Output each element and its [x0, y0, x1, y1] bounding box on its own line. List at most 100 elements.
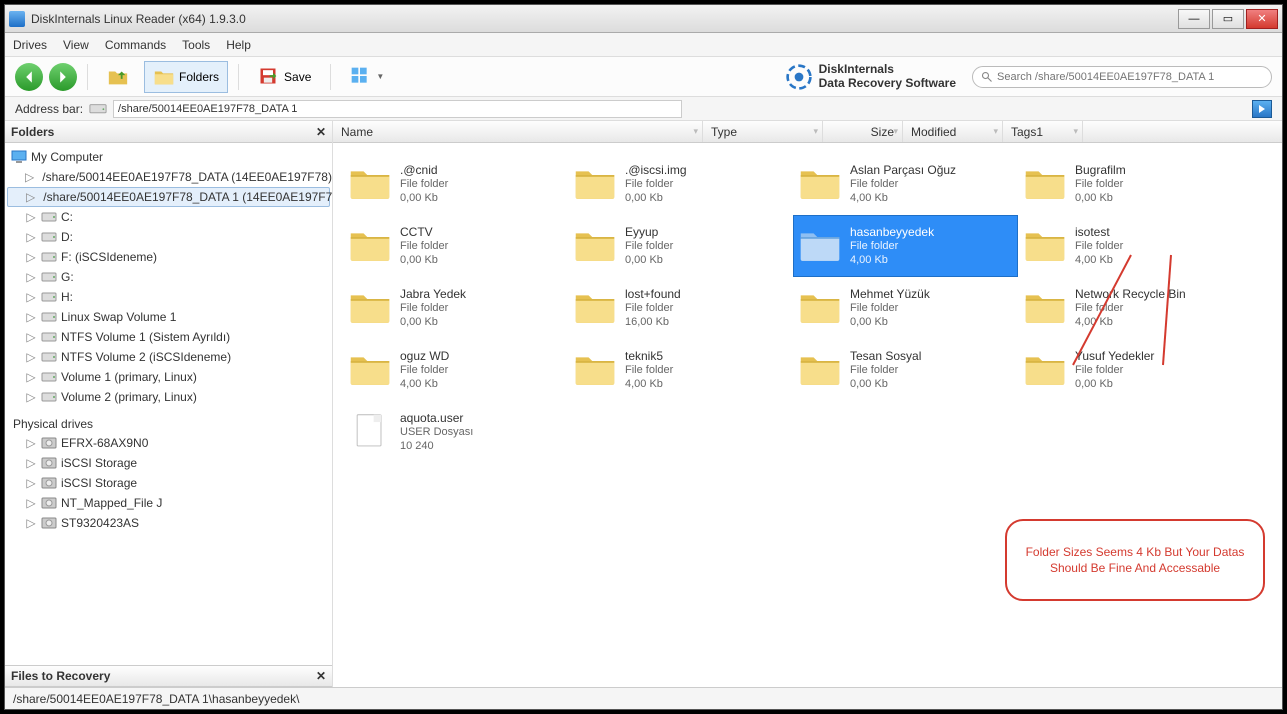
folder-item[interactable]: Jabra YedekFile folder0,00 Kb — [343, 277, 568, 339]
tree-item[interactable]: ▷NTFS Volume 2 (iSCSIdeneme) — [7, 347, 330, 367]
tree-physical-item[interactable]: ▷ST9320423AS — [7, 513, 330, 533]
tree-my-computer[interactable]: My Computer — [7, 147, 330, 167]
folder-item[interactable]: CCTVFile folder0,00 Kb — [343, 215, 568, 277]
menu-commands[interactable]: Commands — [105, 38, 166, 52]
expand-icon[interactable]: ▷ — [25, 170, 34, 184]
annotation-callout: Folder Sizes Seems 4 Kb But Your Datas S… — [1005, 519, 1265, 601]
tree-item[interactable]: ▷Volume 1 (primary, Linux) — [7, 367, 330, 387]
tree-physical-item[interactable]: ▷EFRX-68AX9N0 — [7, 433, 330, 453]
item-size: 0,00 Kb — [850, 316, 930, 330]
expand-icon[interactable]: ▷ — [25, 496, 37, 510]
folder-item[interactable]: EyyupFile folder0,00 Kb — [568, 215, 793, 277]
folder-item[interactable]: .@iscsi.imgFile folder0,00 Kb — [568, 153, 793, 215]
folder-item[interactable]: oguz WDFile folder4,00 Kb — [343, 339, 568, 401]
expand-icon[interactable]: ▷ — [25, 230, 37, 244]
minimize-button[interactable]: — — [1178, 9, 1210, 29]
toolbar: Folders Save ▼ DiskInternals Data Recove… — [5, 57, 1282, 97]
expand-icon[interactable]: ▷ — [25, 476, 37, 490]
folder-item[interactable]: Tesan SosyalFile folder0,00 Kb — [793, 339, 1018, 401]
up-button[interactable] — [98, 61, 138, 93]
tree-item[interactable]: ▷H: — [7, 287, 330, 307]
item-size: 16,00 Kb — [625, 316, 681, 330]
folders-button[interactable]: Folders — [144, 61, 228, 93]
go-button[interactable] — [1252, 100, 1272, 118]
item-name: .@iscsi.img — [625, 163, 687, 178]
tree-item[interactable]: ▷Volume 2 (primary, Linux) — [7, 387, 330, 407]
folder-item[interactable]: BugrafilmFile folder0,00 Kb — [1018, 153, 1243, 215]
expand-icon[interactable]: ▷ — [25, 370, 37, 384]
folder-item[interactable]: teknik5File folder4,00 Kb — [568, 339, 793, 401]
item-type: File folder — [850, 364, 921, 378]
nav-back-button[interactable] — [15, 63, 43, 91]
col-name[interactable]: Name▾ — [333, 121, 703, 142]
tree-item[interactable]: ▷F: (iSCSIdeneme) — [7, 247, 330, 267]
close-button[interactable]: ✕ — [1246, 9, 1278, 29]
save-label: Save — [284, 70, 311, 84]
folder-item[interactable]: isotestFile folder4,00 Kb — [1018, 215, 1243, 277]
item-type: File folder — [400, 240, 448, 254]
tree-item[interactable]: ▷/share/50014EE0AE197F78_DATA (14EE0AE19… — [7, 167, 330, 187]
expand-icon[interactable]: ▷ — [25, 210, 37, 224]
maximize-button[interactable]: ▭ — [1212, 9, 1244, 29]
expand-icon[interactable]: ▷ — [25, 436, 37, 450]
tree-item[interactable]: ▷C: — [7, 207, 330, 227]
expand-icon[interactable]: ▷ — [25, 516, 37, 530]
nav-forward-button[interactable] — [49, 63, 77, 91]
expand-icon[interactable]: ▷ — [25, 270, 37, 284]
brand: DiskInternals Data Recovery Software — [785, 63, 956, 91]
folder-item[interactable]: .@cnidFile folder0,00 Kb — [343, 153, 568, 215]
close-panel-icon[interactable]: ✕ — [316, 669, 326, 683]
menu-tools[interactable]: Tools — [182, 38, 210, 52]
col-tags[interactable]: Tags1▾ — [1003, 121, 1083, 142]
menu-view[interactable]: View — [63, 38, 89, 52]
folder-item[interactable]: hasanbeyyedekFile folder4,00 Kb — [793, 215, 1018, 277]
expand-icon[interactable]: ▷ — [25, 310, 37, 324]
file-item[interactable]: aquota.userUSER Dosyası10 240 — [343, 401, 568, 463]
menu-drives[interactable]: Drives — [13, 38, 47, 52]
search-box[interactable] — [972, 66, 1272, 88]
folder-item[interactable]: Aslan Parçası OğuzFile folder4,00 Kb — [793, 153, 1018, 215]
tree-item[interactable]: ▷/share/50014EE0AE197F78_DATA 1 (14EE0AE… — [7, 187, 330, 207]
item-type: File folder — [1075, 178, 1126, 192]
search-input[interactable] — [997, 71, 1263, 83]
tree-physical-item[interactable]: ▷iSCSI Storage — [7, 473, 330, 493]
close-panel-icon[interactable]: ✕ — [316, 125, 326, 139]
expand-icon[interactable]: ▷ — [26, 190, 35, 204]
app-window: DiskInternals Linux Reader (x64) 1.9.3.0… — [4, 4, 1283, 710]
expand-icon[interactable]: ▷ — [25, 290, 37, 304]
tree-item[interactable]: ▷Linux Swap Volume 1 — [7, 307, 330, 327]
menu-help[interactable]: Help — [226, 38, 251, 52]
tree-item[interactable]: ▷D: — [7, 227, 330, 247]
col-size[interactable]: Size▾ — [823, 121, 903, 142]
save-button[interactable]: Save — [249, 61, 320, 93]
expand-icon[interactable]: ▷ — [25, 456, 37, 470]
expand-icon[interactable]: ▷ — [25, 250, 37, 264]
item-name: Aslan Parçası Oğuz — [850, 163, 956, 178]
item-name: Network Recycle Bin — [1075, 287, 1186, 302]
tree-item[interactable]: ▷NTFS Volume 1 (Sistem Ayrıldı) — [7, 327, 330, 347]
titlebar[interactable]: DiskInternals Linux Reader (x64) 1.9.3.0… — [5, 5, 1282, 33]
folder-item[interactable]: Yusuf YedeklerFile folder0,00 Kb — [1018, 339, 1243, 401]
tree-item[interactable]: ▷G: — [7, 267, 330, 287]
disk-icon — [41, 496, 57, 510]
statusbar: /share/50014EE0AE197F78_DATA 1\hasanbeyy… — [5, 687, 1282, 709]
col-type[interactable]: Type▾ — [703, 121, 823, 142]
folder-item[interactable]: lost+foundFile folder16,00 Kb — [568, 277, 793, 339]
address-input[interactable] — [113, 100, 681, 118]
folder-icon — [573, 288, 617, 328]
expand-icon[interactable]: ▷ — [25, 330, 37, 344]
view-button[interactable]: ▼ — [341, 61, 393, 93]
folder-item[interactable]: Mehmet YüzükFile folder0,00 Kb — [793, 277, 1018, 339]
folder-tree[interactable]: My Computer ▷/share/50014EE0AE197F78_DAT… — [5, 143, 332, 665]
col-modified[interactable]: Modified▾ — [903, 121, 1003, 142]
item-type: File folder — [625, 364, 673, 378]
expand-icon[interactable]: ▷ — [25, 390, 37, 404]
file-grid[interactable]: .@cnidFile folder0,00 Kb.@iscsi.imgFile … — [333, 143, 1282, 687]
tree-physical-item[interactable]: ▷NT_Mapped_File J — [7, 493, 330, 513]
expand-icon[interactable]: ▷ — [25, 350, 37, 364]
drive-icon — [41, 390, 57, 404]
folder-icon — [798, 226, 842, 266]
file-icon — [348, 412, 392, 452]
folder-item[interactable]: Network Recycle BinFile folder4,00 Kb — [1018, 277, 1243, 339]
tree-physical-item[interactable]: ▷iSCSI Storage — [7, 453, 330, 473]
